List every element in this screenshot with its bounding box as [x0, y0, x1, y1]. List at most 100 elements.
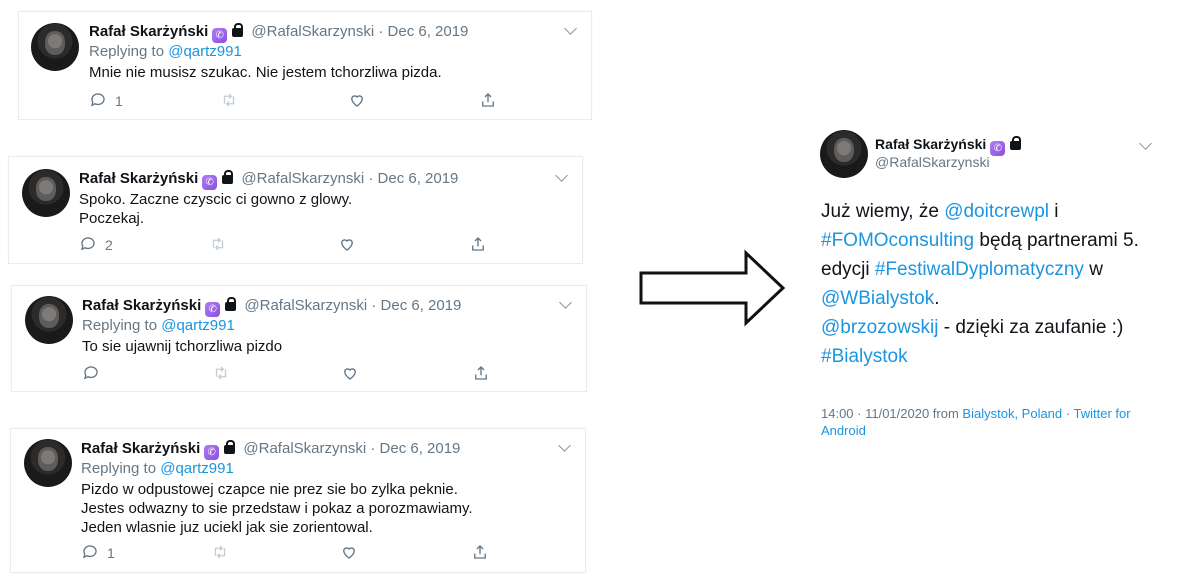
reply-count: 2 — [105, 237, 113, 253]
author-name[interactable]: Rafał Skarżyński — [81, 440, 200, 457]
share-button[interactable] — [469, 235, 487, 255]
replying-to: Replying to @qartz991 — [82, 317, 235, 334]
reply-handle-link[interactable]: @qartz991 — [168, 43, 242, 60]
share-icon — [474, 545, 486, 559]
tweet-header: Rafał Skarżyński ✆ @RafalSkarzynski · Dec… — [89, 23, 469, 43]
share-icon — [482, 93, 494, 107]
avatar[interactable] — [820, 130, 868, 178]
reply-button[interactable] — [82, 364, 108, 384]
reply-handle-link[interactable]: @qartz991 — [160, 460, 234, 477]
retweet-icon — [223, 93, 235, 107]
reply-button[interactable]: 1 — [81, 543, 115, 563]
reply-icon — [80, 237, 95, 251]
retweet-icon — [212, 237, 224, 251]
author-handle[interactable]: @RafalSkarzynski — [875, 153, 990, 171]
retweet-icon — [215, 366, 227, 380]
mention-link[interactable]: @doitcrewpl — [944, 201, 1049, 222]
like-button[interactable] — [338, 235, 356, 255]
reply-icon — [83, 366, 98, 380]
reply-icon — [90, 93, 105, 107]
reply-count: 1 — [115, 93, 123, 109]
tweet-text: Pizdo w odpustowej czapce nie prez sie b… — [81, 481, 473, 536]
chevron-down-icon[interactable] — [555, 169, 568, 182]
hashtag-link[interactable]: #FOMOconsulting — [821, 230, 974, 251]
like-icon — [341, 239, 353, 251]
verified-badge-icon: ✆ — [212, 28, 228, 43]
hashtag-link[interactable]: #FestiwalDyplomatyczny — [875, 259, 1084, 280]
chevron-down-icon[interactable] — [559, 296, 572, 309]
tweet-card[interactable]: Rafał Skarżyński ✆ @RafalSkarzynski · Dec… — [8, 156, 583, 264]
tweet-date[interactable]: Dec 6, 2019 — [380, 440, 461, 457]
tweet-card[interactable]: Rafał Skarżyński ✆ @RafalSkarzynski · Dec… — [18, 11, 592, 120]
tweet-text: Mnie nie musisz szukac. Nie jestem tchor… — [89, 64, 442, 81]
verified-badge-icon: ✆ — [990, 141, 1006, 156]
like-icon — [351, 95, 363, 107]
share-icon — [472, 237, 484, 251]
lock-icon — [1010, 136, 1022, 150]
chevron-down-icon[interactable] — [558, 439, 571, 452]
like-icon — [344, 368, 356, 380]
main-tweet-text: Już wiemy, że @doitcrewpl i #FOMOconsult… — [821, 201, 1139, 367]
reply-count: 1 — [107, 545, 115, 561]
reply-handle-link[interactable]: @qartz991 — [161, 317, 235, 334]
tweet-card[interactable]: Rafał Skarżyński ✆ @RafalSkarzynski · Dec… — [11, 285, 587, 392]
author-handle[interactable]: @RafalSkarzynski — [241, 170, 364, 187]
retweet-button[interactable] — [209, 235, 227, 255]
author-name[interactable]: Rafał Skarżyński — [82, 297, 201, 314]
tweet-header: Rafał Skarżyński ✆ @RafalSkarzynski · Dec… — [81, 440, 461, 460]
tweet-actions — [82, 364, 502, 384]
share-button[interactable] — [472, 364, 490, 384]
main-tweet: Rafał Skarżyński ✆ @RafalSkarzynski Już w… — [815, 125, 1165, 455]
tweet-date[interactable]: Dec 6, 2019 — [381, 297, 462, 314]
tweet-card[interactable]: Rafał Skarżyński ✆ @RafalSkarzynski · Dec… — [10, 428, 586, 573]
reply-button[interactable]: 2 — [79, 235, 113, 255]
verified-badge-icon: ✆ — [204, 445, 220, 460]
retweet-icon — [214, 545, 226, 559]
share-button[interactable] — [471, 543, 489, 563]
tweet-text: To sie ujawnij tchorzliwa pizdo — [82, 338, 283, 355]
tweet-time[interactable]: 14:00 · 11/01/2020 from — [821, 406, 962, 421]
chevron-down-icon[interactable] — [564, 22, 577, 35]
avatar[interactable] — [22, 169, 70, 217]
retweet-button[interactable] — [220, 91, 238, 111]
tweet-actions: 1 — [89, 91, 509, 111]
tweet-text: Spoko. Zaczne czyscic ci gowno z glowy. … — [79, 191, 353, 227]
avatar[interactable] — [31, 23, 79, 71]
retweet-button[interactable] — [212, 364, 230, 384]
hashtag-link[interactable]: #Bialystok — [821, 346, 908, 367]
tweet-header: Rafał Skarżyński ✆ @RafalSkarzynski · Dec… — [82, 297, 462, 317]
tweet-header: Rafał Skarżyński ✆ @RafalSkarzynski · Dec… — [79, 170, 459, 190]
like-button[interactable] — [340, 543, 358, 563]
tweet-date[interactable]: Dec 6, 2019 — [388, 23, 469, 40]
author-handle[interactable]: @RafalSkarzynski — [243, 440, 366, 457]
tweet-actions: 2 — [79, 235, 499, 255]
lock-icon — [222, 170, 234, 184]
verified-badge-icon: ✆ — [205, 302, 221, 317]
retweet-button[interactable] — [211, 543, 229, 563]
tweet-date[interactable]: Dec 6, 2019 — [378, 170, 459, 187]
author-name[interactable]: Rafał Skarżyński — [79, 170, 198, 187]
share-button[interactable] — [479, 91, 497, 111]
author-name[interactable]: Rafał Skarżyński — [875, 136, 986, 152]
avatar[interactable] — [25, 296, 73, 344]
lock-icon — [224, 440, 236, 454]
reply-icon — [82, 545, 97, 559]
mention-link[interactable]: @WBialystok — [821, 288, 934, 309]
replying-to: Replying to @qartz991 — [81, 460, 234, 477]
location-link[interactable]: Bialystok, Poland — [962, 406, 1062, 421]
like-button[interactable] — [341, 364, 359, 384]
main-tweet-meta: 14:00 · 11/01/2020 from Bialystok, Polan… — [821, 406, 1131, 438]
avatar[interactable] — [24, 439, 72, 487]
author-handle[interactable]: @RafalSkarzynski — [251, 23, 374, 40]
author-name[interactable]: Rafał Skarżyński — [89, 23, 208, 40]
author-handle[interactable]: @RafalSkarzynski — [244, 297, 367, 314]
lock-icon — [232, 23, 244, 37]
lock-icon — [225, 297, 237, 311]
mention-link[interactable]: @brzozowskij — [821, 317, 938, 338]
like-button[interactable] — [348, 91, 366, 111]
reply-button[interactable]: 1 — [89, 91, 123, 111]
chevron-down-icon[interactable] — [1139, 137, 1152, 150]
replying-to: Replying to @qartz991 — [89, 43, 242, 60]
right-arrow — [639, 249, 786, 327]
share-icon — [475, 366, 487, 380]
